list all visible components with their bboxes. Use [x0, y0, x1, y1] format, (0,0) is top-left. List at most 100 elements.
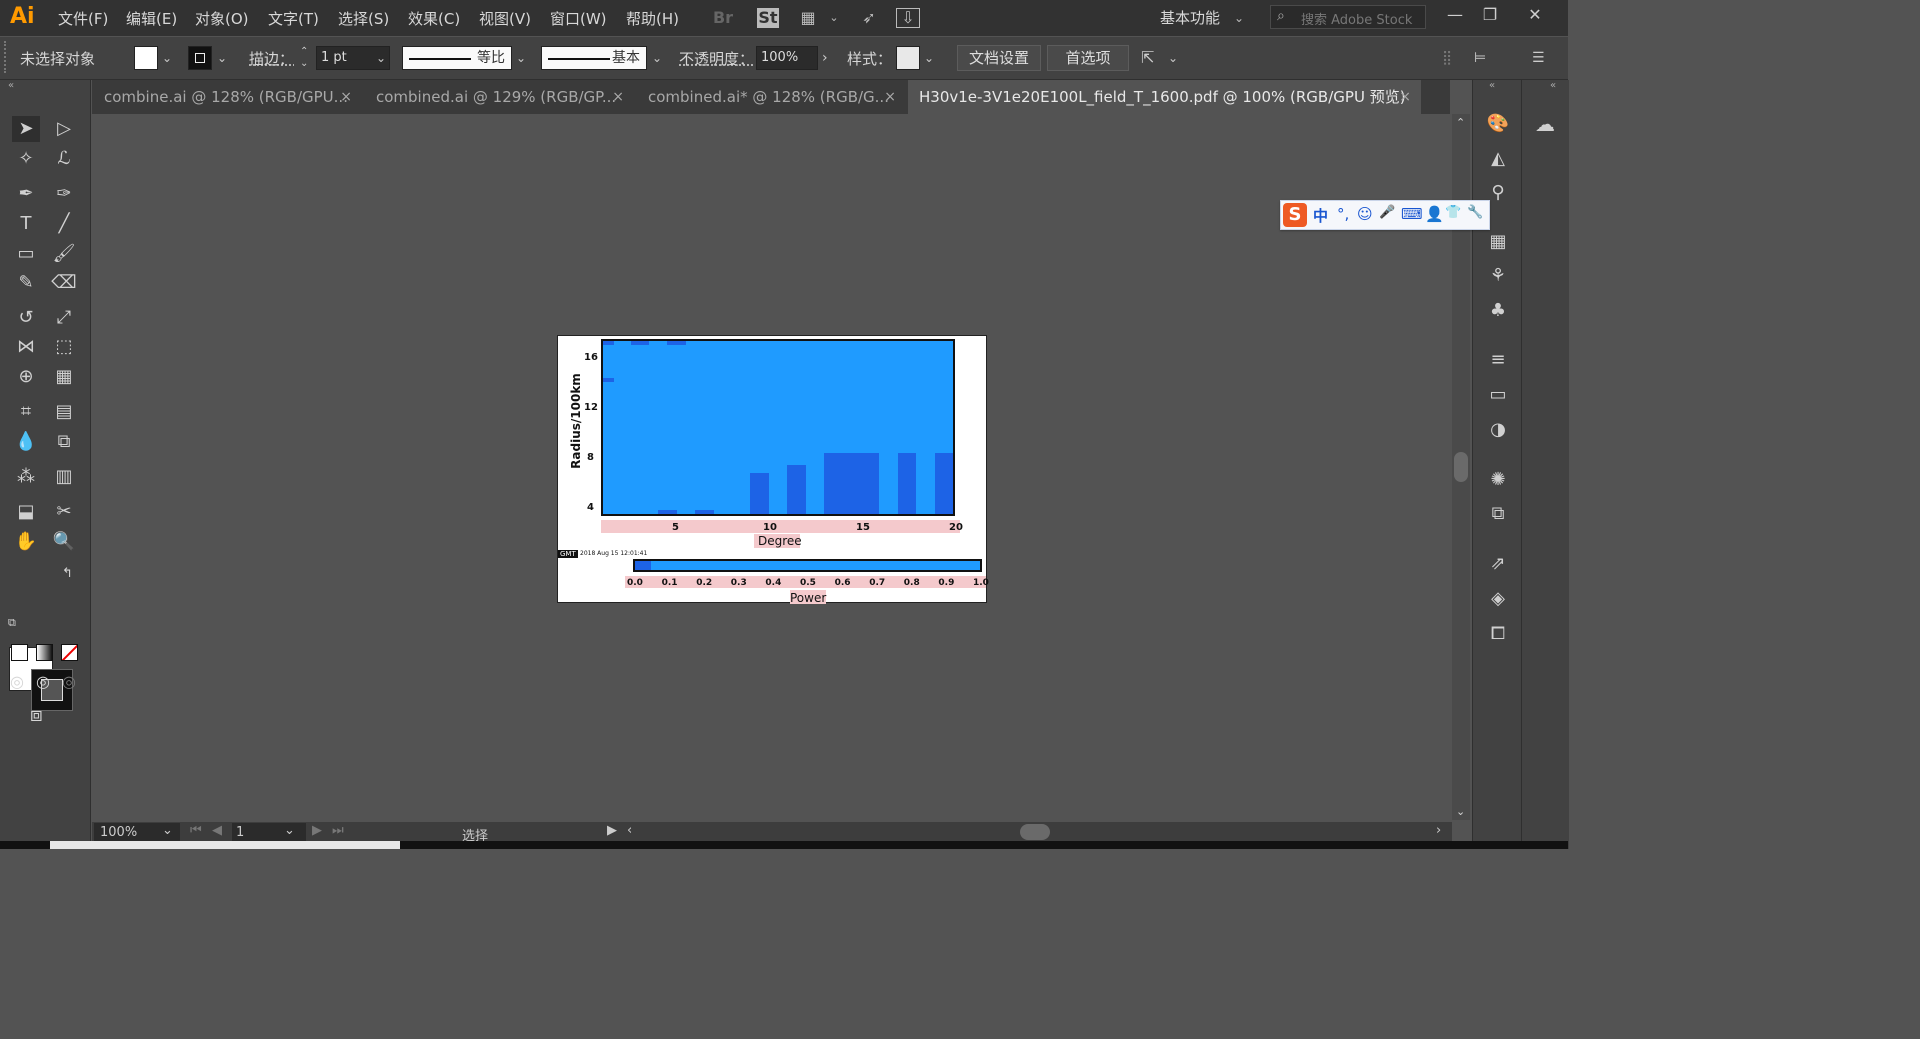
- close-tab-icon[interactable]: ×: [884, 80, 896, 114]
- brush-definition[interactable]: 基本: [541, 46, 647, 70]
- draw-normal-icon[interactable]: ◎: [10, 672, 24, 691]
- free-transform-tool-icon[interactable]: ⬚: [50, 334, 78, 360]
- fill-chevron-icon[interactable]: ⌄: [162, 46, 172, 70]
- zoom-tool-icon[interactable]: 🔍: [50, 529, 78, 555]
- ime-skin-icon[interactable]: 👕: [1445, 205, 1461, 220]
- stroke-color-swatch[interactable]: [188, 46, 212, 70]
- ime-voice-icon[interactable]: 🎤: [1379, 205, 1395, 220]
- close-tab-icon[interactable]: ×: [340, 80, 352, 114]
- br-icon[interactable]: Br: [712, 8, 734, 28]
- arrange-documents-icon[interactable]: ▦: [797, 8, 819, 28]
- gradient-mode-icon[interactable]: [36, 644, 53, 661]
- scroll-left-icon[interactable]: ‹: [627, 823, 632, 838]
- minimize-button[interactable]: —: [1440, 3, 1470, 27]
- variable-width-profile[interactable]: 等比: [402, 46, 512, 70]
- tab-combine[interactable]: combine.ai @ 128% (RGB/GPU... ×: [92, 80, 362, 114]
- artboard[interactable]: Radius/100km 16 12 8 4 5 10 15 20 Degree…: [557, 335, 989, 605]
- artboard-tool-icon[interactable]: ⬓: [12, 499, 40, 525]
- tab-h30v1e-pdf[interactable]: H30v1e-3V1e20E100L_field_T_1600.pdf @ 10…: [908, 80, 1421, 114]
- stroke-chevron-icon[interactable]: ⌄: [217, 46, 227, 70]
- scroll-down-icon[interactable]: ⌄: [1456, 805, 1465, 818]
- transform-icon[interactable]: ⊨: [1474, 46, 1486, 70]
- status-menu-icon[interactable]: ▶: [607, 823, 617, 838]
- menu-effect[interactable]: 效果(C): [408, 8, 460, 29]
- profile-chevron-icon[interactable]: ⌄: [516, 46, 526, 70]
- scroll-up-icon[interactable]: ⌃: [1456, 116, 1465, 129]
- screen-mode-icon[interactable]: ⧈: [30, 702, 43, 726]
- draw-inside-icon[interactable]: ◎: [62, 672, 76, 691]
- magic-wand-tool-icon[interactable]: ✧: [12, 146, 40, 172]
- cc-libraries-icon[interactable]: ☁: [1532, 112, 1558, 136]
- ime-toolbar[interactable]: S 中 °, ☺ 🎤 ⌨ 👤 👕 🔧: [1280, 200, 1490, 230]
- collapse-libraries-icon[interactable]: «: [1550, 80, 1556, 91]
- opacity-arrow-icon[interactable]: ›: [822, 46, 828, 70]
- vertical-scroll-thumb[interactable]: [1454, 452, 1468, 482]
- ime-keyboard-icon[interactable]: ⌨: [1401, 205, 1423, 223]
- restore-button[interactable]: ❐: [1475, 3, 1505, 27]
- style-chevron-icon[interactable]: ⌄: [924, 46, 934, 70]
- arrange-icon[interactable]: ⇱: [1141, 46, 1154, 70]
- first-artboard-icon[interactable]: ⏮: [190, 823, 202, 838]
- preferences-button[interactable]: 首选项: [1047, 45, 1129, 71]
- sogou-logo-icon[interactable]: S: [1283, 203, 1307, 227]
- blend-tool-icon[interactable]: ⧉: [50, 429, 78, 455]
- direct-selection-tool-icon[interactable]: ▷: [50, 116, 78, 142]
- gradient-icon[interactable]: ▭: [1485, 383, 1511, 407]
- curvature-tool-icon[interactable]: ✑: [50, 181, 78, 207]
- opacity-field[interactable]: 100%: [756, 46, 818, 70]
- fill-color-swatch[interactable]: [134, 46, 158, 70]
- grip-handle[interactable]: [4, 41, 9, 73]
- default-fill-stroke-icon[interactable]: ⧉: [8, 616, 16, 630]
- rectangle-tool-icon[interactable]: ▭: [12, 241, 40, 267]
- draw-behind-icon[interactable]: ◎: [36, 672, 50, 691]
- expand-panels-icon[interactable]: «: [1489, 80, 1495, 91]
- menu-file[interactable]: 文件(F): [58, 8, 108, 29]
- scroll-right-icon[interactable]: ›: [1436, 823, 1441, 838]
- shape-builder-tool-icon[interactable]: ⊕: [12, 364, 40, 390]
- workspace-switcher[interactable]: 基本功能: [1160, 7, 1220, 28]
- column-graph-tool-icon[interactable]: ▥: [50, 464, 78, 490]
- gradient-tool-icon[interactable]: ▤: [50, 399, 78, 425]
- swap-fill-stroke-icon[interactable]: ↰: [62, 566, 73, 581]
- document-setup-button[interactable]: 文档设置: [957, 45, 1041, 71]
- export-icon[interactable]: ⇗: [1485, 552, 1511, 576]
- graphic-style-swatch[interactable]: [896, 46, 920, 70]
- mesh-tool-icon[interactable]: ⌗: [12, 399, 40, 425]
- st-icon[interactable]: St: [757, 8, 779, 28]
- menu-view[interactable]: 视图(V): [479, 8, 531, 29]
- ime-settings-icon[interactable]: 🔧: [1467, 205, 1483, 220]
- pen-tool-icon[interactable]: ✒: [12, 181, 40, 207]
- color-mode-icon[interactable]: [11, 644, 28, 661]
- ime-emoji-icon[interactable]: ☺: [1357, 205, 1373, 223]
- color-guide-icon[interactable]: ◭: [1485, 147, 1511, 171]
- transparency-icon[interactable]: ◑: [1485, 418, 1511, 442]
- selection-tool-icon[interactable]: ➤: [12, 116, 40, 142]
- stroke-label[interactable]: 描边：: [249, 48, 294, 69]
- symbols-icon[interactable]: ♣: [1485, 299, 1511, 323]
- next-artboard-icon[interactable]: ▶: [312, 823, 322, 838]
- type-tool-icon[interactable]: T: [12, 211, 40, 237]
- ime-chinese-mode[interactable]: 中: [1313, 205, 1328, 226]
- brush-chevron-icon[interactable]: ⌄: [652, 46, 662, 70]
- menu-edit[interactable]: 编辑(E): [126, 8, 177, 29]
- tab-combined-128[interactable]: combined.ai* @ 128% (RGB/G... ×: [636, 80, 906, 114]
- none-mode-icon[interactable]: [61, 644, 78, 661]
- menu-select[interactable]: 选择(S): [338, 8, 389, 29]
- zoom-chevron-icon[interactable]: ⌄: [162, 823, 173, 838]
- tab-combined-129[interactable]: combined.ai @ 129% (RGB/GP... ×: [364, 80, 634, 114]
- stroke-stepper[interactable]: ⌃ ⌄: [300, 46, 308, 70]
- chevron-down-icon[interactable]: ⌄: [823, 8, 845, 28]
- stroke-icon[interactable]: ≡: [1485, 348, 1511, 372]
- collapse-icon[interactable]: «: [8, 80, 14, 91]
- paintbrush-tool-icon[interactable]: 🖌: [50, 241, 78, 267]
- close-tab-icon[interactable]: ×: [1399, 80, 1411, 114]
- arrange-chevron-icon[interactable]: ⌄: [1168, 46, 1178, 70]
- menu-type[interactable]: 文字(T): [268, 8, 319, 29]
- opacity-label[interactable]: 不透明度：: [679, 48, 754, 69]
- ime-user-icon[interactable]: 👤: [1425, 205, 1444, 223]
- appearance-icon[interactable]: ✺: [1485, 468, 1511, 492]
- publish-icon[interactable]: ⇩: [896, 8, 920, 28]
- workspace-chevron-icon[interactable]: ⌄: [1228, 8, 1250, 28]
- layers-icon[interactable]: ◈: [1485, 587, 1511, 611]
- horizontal-scroll-thumb[interactable]: [1020, 824, 1050, 840]
